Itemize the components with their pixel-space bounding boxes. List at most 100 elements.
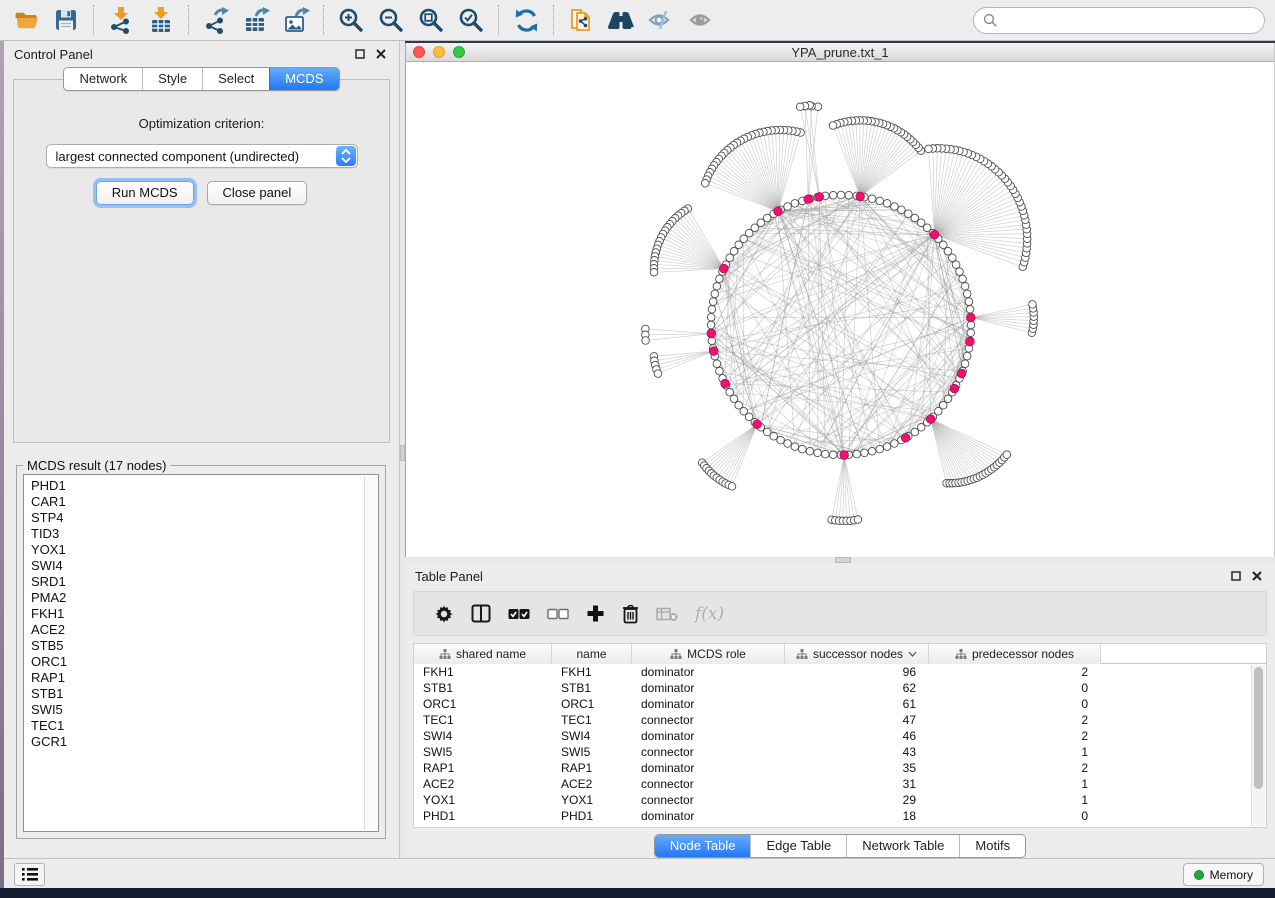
table-cell: 1: [929, 744, 1101, 760]
tab-motifs[interactable]: Motifs: [959, 835, 1025, 857]
table-cell: ORC1: [414, 696, 552, 712]
column-type-icon: [439, 649, 451, 660]
table-cell: YOX1: [414, 792, 552, 808]
hide-details-icon[interactable]: [641, 2, 681, 38]
float-panel-icon[interactable]: [352, 46, 368, 62]
open-file-icon[interactable]: [6, 2, 46, 38]
toolbar-separator: [93, 5, 94, 35]
table-row[interactable]: FKH1FKH1dominator962: [414, 664, 1266, 680]
table-row[interactable]: ACE2ACE2connector311: [414, 776, 1266, 792]
toolbar-separator: [553, 5, 554, 35]
export-image-icon[interactable]: [276, 2, 316, 38]
export-network-icon[interactable]: [196, 2, 236, 38]
table-cell: 2: [929, 712, 1101, 728]
mcds-list-scrollbar[interactable]: [364, 476, 377, 830]
import-network-icon[interactable]: [101, 2, 141, 38]
table-cell: SWI4: [552, 728, 632, 744]
float-panel-icon[interactable]: [1228, 568, 1244, 584]
tab-select[interactable]: Select: [202, 68, 269, 90]
scrollbar-thumb[interactable]: [1254, 667, 1263, 789]
run-mcds-button[interactable]: Run MCDS: [96, 181, 194, 205]
tab-style[interactable]: Style: [142, 68, 202, 90]
mcds-result-item[interactable]: SWI5: [31, 702, 362, 718]
table-scrollbar[interactable]: [1251, 665, 1265, 826]
column-header-shared-name[interactable]: shared name: [414, 644, 552, 664]
show-columns-icon[interactable]: [471, 604, 491, 623]
zoom-fit-icon[interactable]: [411, 2, 451, 38]
column-header-mcds-role[interactable]: MCDS role: [632, 644, 785, 664]
clone-network-icon[interactable]: [561, 2, 601, 38]
mcds-result-title: MCDS result (17 nodes): [23, 458, 170, 473]
search-binoculars-icon[interactable]: [601, 2, 641, 38]
table-cell: 1: [929, 776, 1101, 792]
control-panel-tabs: NetworkStyleSelectMCDS: [63, 67, 339, 91]
optimization-criterion-select[interactable]: largest connected component (undirected): [46, 144, 358, 168]
mcds-result-item[interactable]: CAR1: [31, 494, 362, 510]
table-row[interactable]: YOX1YOX1connector291: [414, 792, 1266, 808]
delete-rows-icon[interactable]: [622, 604, 639, 624]
mcds-result-list: PHD1CAR1STP4TID3YOX1SWI4SRD1PMA2FKH1ACE2…: [31, 478, 362, 828]
zoom-selected-icon[interactable]: [451, 2, 491, 38]
mcds-result-item[interactable]: TID3: [31, 526, 362, 542]
tab-network[interactable]: Network: [64, 68, 142, 90]
table-row[interactable]: ORC1ORC1dominator610: [414, 696, 1266, 712]
show-graphics-details-icon[interactable]: [681, 2, 721, 38]
task-history-button[interactable]: [14, 863, 45, 886]
table-row[interactable]: TEC1TEC1connector472: [414, 712, 1266, 728]
table-row[interactable]: SWI4SWI4dominator462: [414, 728, 1266, 744]
node-table-body: FKH1FKH1dominator962STB1STB1dominator620…: [414, 664, 1266, 824]
zoom-in-icon[interactable]: [331, 2, 371, 38]
table-settings-gear-icon[interactable]: [434, 604, 454, 624]
import-table-icon[interactable]: [141, 2, 181, 38]
table-row[interactable]: PHD1PHD1dominator180: [414, 808, 1266, 824]
table-row[interactable]: RAP1RAP1dominator352: [414, 760, 1266, 776]
table-cell: dominator: [632, 696, 785, 712]
mcds-result-item[interactable]: PMA2: [31, 590, 362, 606]
zoom-out-icon[interactable]: [371, 2, 411, 38]
column-header-name[interactable]: name: [552, 644, 632, 664]
close-panel-icon[interactable]: [1249, 568, 1265, 584]
mcds-result-item[interactable]: GCR1: [31, 734, 362, 750]
search-input[interactable]: [998, 11, 1264, 31]
mcds-result-item[interactable]: STB1: [31, 686, 362, 702]
add-row-icon[interactable]: [586, 604, 605, 623]
mcds-result-item[interactable]: FKH1: [31, 606, 362, 622]
network-search-box[interactable]: [973, 7, 1265, 34]
save-session-icon[interactable]: [46, 2, 86, 38]
mcds-result-item[interactable]: PHD1: [31, 478, 362, 494]
deselect-all-checkboxes-icon[interactable]: [547, 608, 569, 620]
network-window-titlebar[interactable]: YPA_prune.txt_1: [406, 43, 1274, 62]
close-panel-icon[interactable]: [373, 46, 389, 62]
table-cell: dominator: [632, 728, 785, 744]
column-header-predecessor-nodes[interactable]: predecessor nodes: [929, 644, 1101, 664]
column-header-successor-nodes[interactable]: successor nodes: [785, 644, 929, 664]
table-cell: SWI5: [414, 744, 552, 760]
column-type-icon: [670, 649, 682, 660]
network-canvas[interactable]: [406, 62, 1274, 556]
mcds-result-item[interactable]: SRD1: [31, 574, 362, 590]
mcds-result-item[interactable]: STB5: [31, 638, 362, 654]
refresh-layout-icon[interactable]: [506, 2, 546, 38]
export-table-icon[interactable]: [236, 2, 276, 38]
table-cell: FKH1: [414, 664, 552, 680]
network-window-title: YPA_prune.txt_1: [406, 45, 1274, 60]
mcds-result-item[interactable]: ORC1: [31, 654, 362, 670]
function-builder-icon: f(x): [695, 604, 724, 624]
mcds-result-item[interactable]: STP4: [31, 510, 362, 526]
select-all-checkboxes-icon[interactable]: [508, 608, 530, 620]
tab-node-table[interactable]: Node Table: [655, 835, 751, 857]
mcds-result-item[interactable]: ACE2: [31, 622, 362, 638]
mcds-result-item[interactable]: YOX1: [31, 542, 362, 558]
table-row[interactable]: SWI5SWI5connector431: [414, 744, 1266, 760]
tab-mcds[interactable]: MCDS: [269, 68, 338, 90]
mcds-result-item[interactable]: RAP1: [31, 670, 362, 686]
table-row[interactable]: STB1STB1dominator620: [414, 680, 1266, 696]
table-cell: 47: [785, 712, 929, 728]
table-cell: 61: [785, 696, 929, 712]
mcds-result-item[interactable]: TEC1: [31, 718, 362, 734]
tab-edge-table[interactable]: Edge Table: [750, 835, 846, 857]
tab-network-table[interactable]: Network Table: [846, 835, 959, 857]
mcds-result-item[interactable]: SWI4: [31, 558, 362, 574]
memory-button[interactable]: Memory: [1183, 863, 1264, 886]
close-panel-button[interactable]: Close panel: [207, 181, 308, 205]
